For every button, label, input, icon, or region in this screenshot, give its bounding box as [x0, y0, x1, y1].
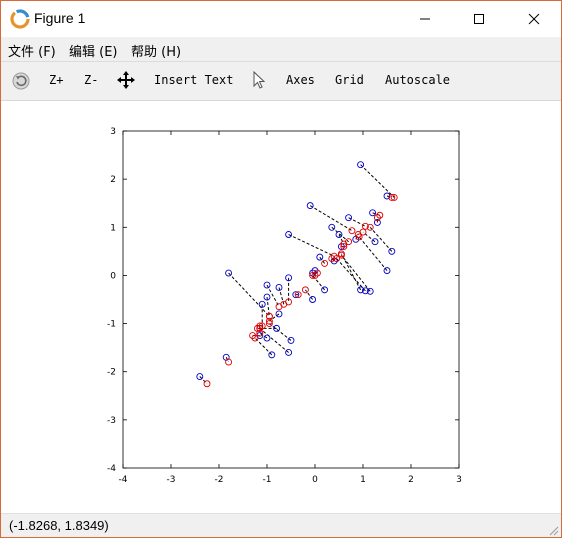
y-tick-label: -2 [107, 368, 116, 378]
x-tick-label: -1 [263, 475, 272, 485]
window-title: Figure 1 [34, 10, 86, 26]
maximize-icon [474, 14, 484, 24]
close-button[interactable] [511, 1, 557, 37]
y-tick-label: -4 [107, 464, 116, 474]
menu-help[interactable]: 帮助 (H) [131, 41, 181, 60]
cursor-coordinates: (-1.8268, 1.8349) [9, 518, 109, 533]
menu-file[interactable]: 文件 (F) [8, 41, 56, 60]
x-tick-label: 3 [456, 475, 462, 485]
y-tick-label: 3 [110, 127, 116, 137]
resize-grip-icon[interactable] [547, 524, 559, 536]
figure-window: Figure 1 文件 (F) 编辑 (E) 帮助 (H) Z+ Z- Inse… [0, 0, 562, 538]
menu-bar: 文件 (F) 编辑 (E) 帮助 (H) [1, 37, 561, 62]
zoom-out-button[interactable]: Z- [84, 73, 98, 87]
close-icon [528, 13, 540, 25]
figure-canvas[interactable]: -4 -3 -2 -1 0 1 2 3 3 2 1 0 -1 -2 -3 -4 [1, 101, 561, 513]
maximize-button[interactable] [456, 1, 502, 37]
y-tick-label: -1 [107, 320, 116, 330]
status-bar: (-1.8268, 1.8349) [1, 513, 561, 537]
cursor-arrow-icon[interactable] [252, 71, 266, 91]
x-tick-label: 2 [408, 475, 414, 485]
octave-app-icon [10, 9, 30, 29]
x-tick-label: -3 [167, 475, 176, 485]
insert-text-button[interactable]: Insert Text [154, 73, 233, 87]
y-tick-label: -3 [107, 416, 116, 426]
title-bar[interactable]: Figure 1 [1, 1, 561, 37]
grid-button[interactable]: Grid [335, 73, 364, 87]
zoom-in-button[interactable]: Z+ [49, 73, 63, 87]
minimize-icon [420, 18, 430, 20]
pan-arrows-icon[interactable] [117, 71, 135, 89]
y-tick-label: 0 [110, 271, 116, 281]
x-tick-label: -2 [215, 475, 224, 485]
y-tick-label: 2 [110, 175, 116, 185]
minimize-button[interactable] [402, 1, 448, 37]
rotate-icon[interactable] [11, 71, 31, 91]
x-tick-label: 0 [312, 475, 318, 485]
autoscale-button[interactable]: Autoscale [385, 73, 450, 87]
x-tick-label: -4 [119, 475, 128, 485]
scatter-plot[interactable]: -4 -3 -2 -1 0 1 2 3 3 2 1 0 -1 -2 -3 -4 [1, 101, 561, 513]
menu-edit[interactable]: 编辑 (E) [69, 41, 118, 60]
y-tick-label: 1 [110, 223, 116, 233]
toolbar: Z+ Z- Insert Text Axes Grid Autoscale [1, 62, 561, 101]
axes-button[interactable]: Axes [286, 73, 315, 87]
x-tick-label: 1 [360, 475, 366, 485]
